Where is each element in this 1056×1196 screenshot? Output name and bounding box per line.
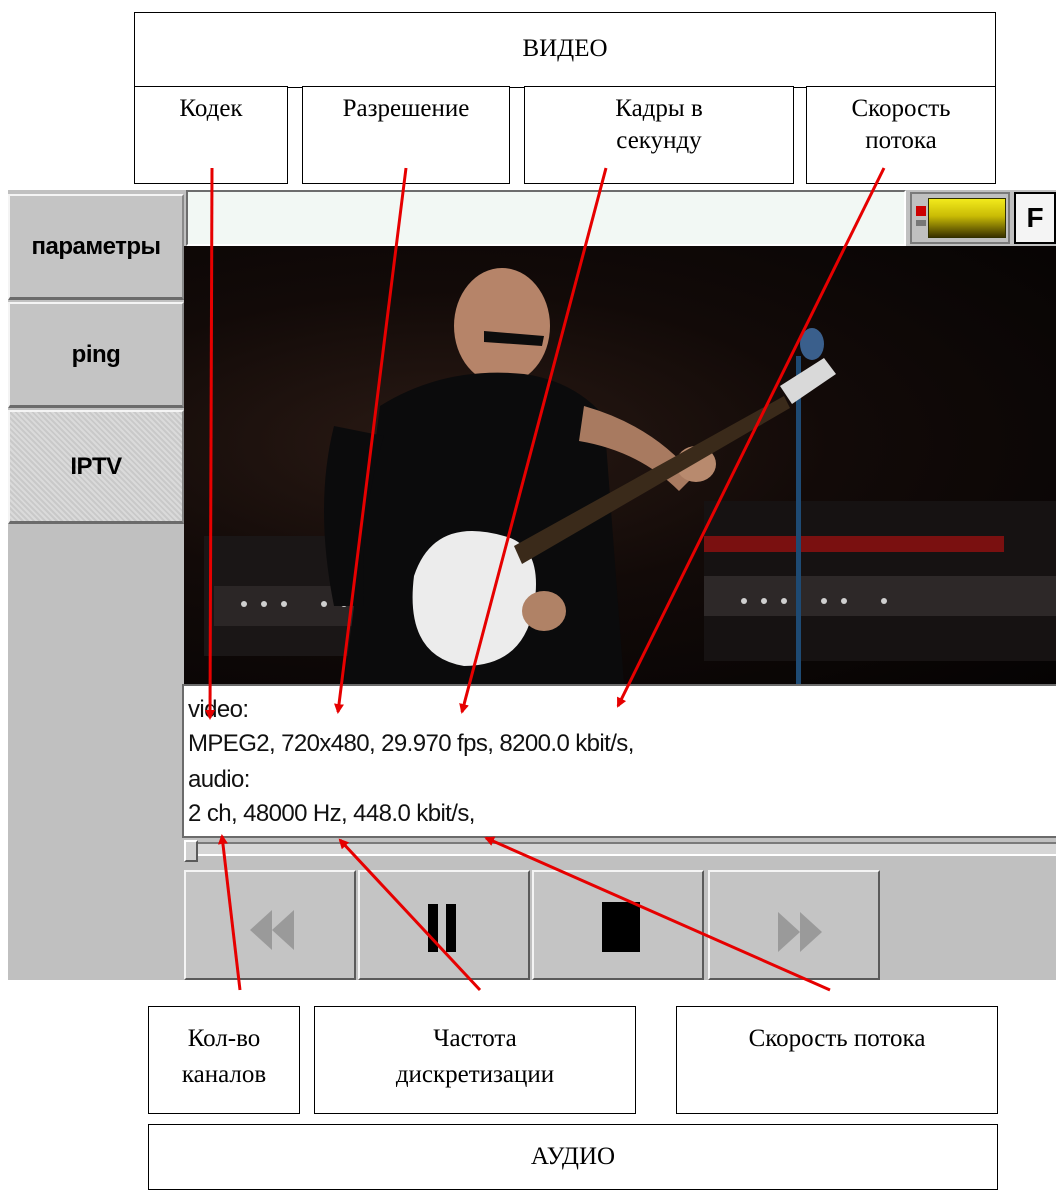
level-indicator-red <box>916 206 926 216</box>
video-group-title-box: ВИДЕО <box>134 12 996 88</box>
pause-icon <box>428 904 456 952</box>
f-button-label: F <box>1026 202 1044 233</box>
video-header: video: <box>188 696 249 723</box>
channels-label-box: Кол-во каналов <box>148 1006 300 1114</box>
tab-iptv-label: IPTV <box>70 452 122 480</box>
rewind-button[interactable] <box>184 870 356 980</box>
tab-ping-label: ping <box>71 340 121 368</box>
audio-group-title-box: АУДИО <box>148 1124 998 1190</box>
stream-address-field[interactable] <box>186 190 906 246</box>
audio-group-title: АУДИО <box>530 1143 616 1170</box>
audio-bitrate-label-box: Скорость потока <box>676 1006 998 1114</box>
level-indicator-tick <box>916 220 926 226</box>
seek-thumb[interactable] <box>184 840 198 862</box>
video-frame-image <box>204 268 1056 684</box>
fast-forward-icon <box>778 912 822 952</box>
video-bitrate-label-box: Скорость потока <box>806 86 996 184</box>
seek-bar[interactable] <box>184 840 1056 862</box>
audio-bitrate-label: Скорость потока <box>748 1025 926 1052</box>
fast-forward-button[interactable] <box>708 870 880 980</box>
sample-rate-label-line1: Частота <box>433 1025 517 1052</box>
video-bitrate-label-line1: Скорость <box>851 95 951 122</box>
audio-details: 2 ch, 48000 Hz, 448.0 kbit/s, <box>188 800 475 827</box>
tab-iptv[interactable]: IPTV <box>8 410 184 524</box>
fps-label-line1: Кадры в <box>615 95 703 122</box>
fps-label-line2: секунду <box>616 127 702 154</box>
pause-button[interactable] <box>358 870 530 980</box>
sample-rate-label-line2: дискретизации <box>395 1061 555 1088</box>
codec-label: Кодек <box>179 95 243 122</box>
f-button[interactable]: F <box>1014 192 1056 244</box>
fps-label-box: Кадры в секунду <box>524 86 794 184</box>
resolution-label-box: Разрешение <box>302 86 510 184</box>
stop-icon <box>602 902 640 952</box>
video-bitrate-label-line2: потока <box>865 127 937 154</box>
sample-rate-label-box: Частота дискретизации <box>314 1006 636 1114</box>
rewind-icon <box>250 910 294 950</box>
audio-header: audio: <box>188 766 250 793</box>
tab-ping[interactable]: ping <box>8 302 184 408</box>
channels-label-line1: Кол-во <box>187 1025 261 1052</box>
level-bar <box>928 198 1006 238</box>
video-details: MPEG2, 720x480, 29.970 fps, 8200.0 kbit/… <box>188 730 634 757</box>
signal-level-meter <box>910 192 1010 244</box>
codec-label-box: Кодек <box>134 86 288 184</box>
video-group-title: ВИДЕО <box>522 35 608 62</box>
stream-info-panel: video: MPEG2, 720x480, 29.970 fps, 8200.… <box>182 684 1056 838</box>
tab-parameters-label: параметры <box>31 232 161 260</box>
channels-label-line2: каналов <box>181 1061 267 1088</box>
tab-parameters[interactable]: параметры <box>8 194 184 300</box>
video-frame <box>184 246 1056 684</box>
resolution-label: Разрешение <box>342 95 470 122</box>
stop-button[interactable] <box>532 870 704 980</box>
